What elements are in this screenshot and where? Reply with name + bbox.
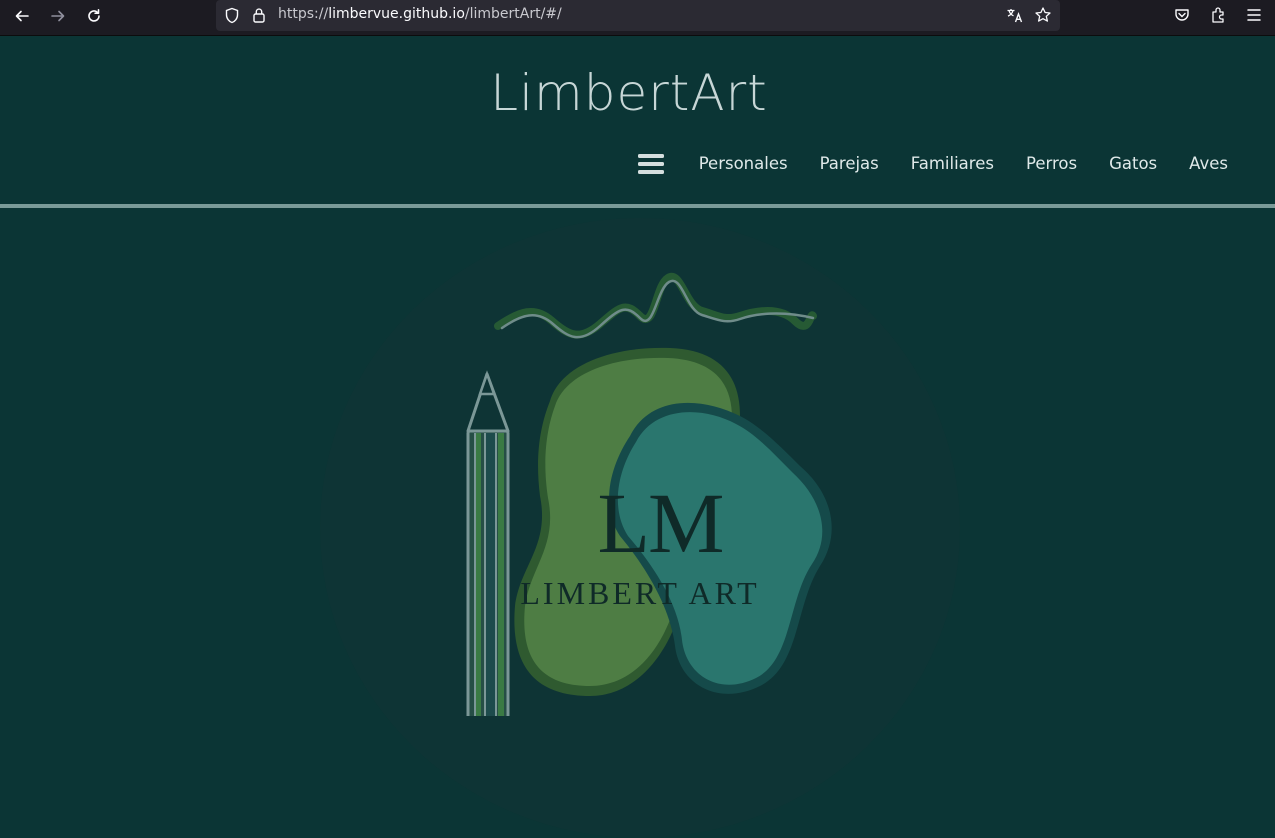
url-bar[interactable]: https://limbervue.github.io/limbertArt/#…	[216, 0, 1060, 31]
site-title: LimbertArt	[490, 64, 768, 122]
page: LimbertArt Personales Parejas Familiares…	[0, 36, 1275, 838]
nav-link-aves[interactable]: Aves	[1173, 154, 1245, 174]
forward-button[interactable]	[44, 4, 72, 28]
nav-link-personales[interactable]: Personales	[683, 154, 804, 174]
extensions-icon[interactable]	[1210, 6, 1227, 24]
shield-icon[interactable]	[224, 7, 240, 24]
url-host: limbervue.github.io	[328, 6, 465, 22]
arrow-right-icon	[51, 10, 65, 22]
url-scheme: https://	[278, 6, 329, 22]
nav-link-parejas[interactable]: Parejas	[804, 154, 895, 174]
lock-icon[interactable]	[252, 7, 266, 24]
url-text[interactable]: https://limbervue.github.io/limbertArt/#…	[278, 6, 562, 22]
nav-link-familiares[interactable]: Familiares	[895, 154, 1010, 174]
limbert-art-logo: LM LIMBERT ART	[466, 272, 832, 716]
logo-wordmark: LIMBERT ART	[520, 575, 759, 611]
star-icon[interactable]	[1034, 6, 1052, 24]
logo-monogram: LM	[598, 475, 723, 571]
hamburger-menu-icon[interactable]	[1246, 8, 1262, 22]
nav-link-perros[interactable]: Perros	[1010, 154, 1093, 174]
reload-icon	[88, 9, 100, 22]
reload-button[interactable]	[80, 4, 108, 28]
pocket-icon[interactable]	[1174, 7, 1190, 23]
menu-toggle-icon[interactable]	[638, 154, 664, 174]
translate-icon[interactable]	[1006, 7, 1024, 24]
arrow-left-icon	[15, 10, 29, 22]
header-divider	[0, 204, 1275, 208]
back-button[interactable]	[8, 4, 36, 28]
browser-toolbar: https://limbervue.github.io/limbertArt/#…	[0, 0, 1275, 36]
nav-link-gatos[interactable]: Gatos	[1093, 154, 1173, 174]
main-nav: Personales Parejas Familiares Perros Gat…	[680, 154, 1245, 174]
url-path: /limbertArt/#/	[464, 6, 562, 22]
